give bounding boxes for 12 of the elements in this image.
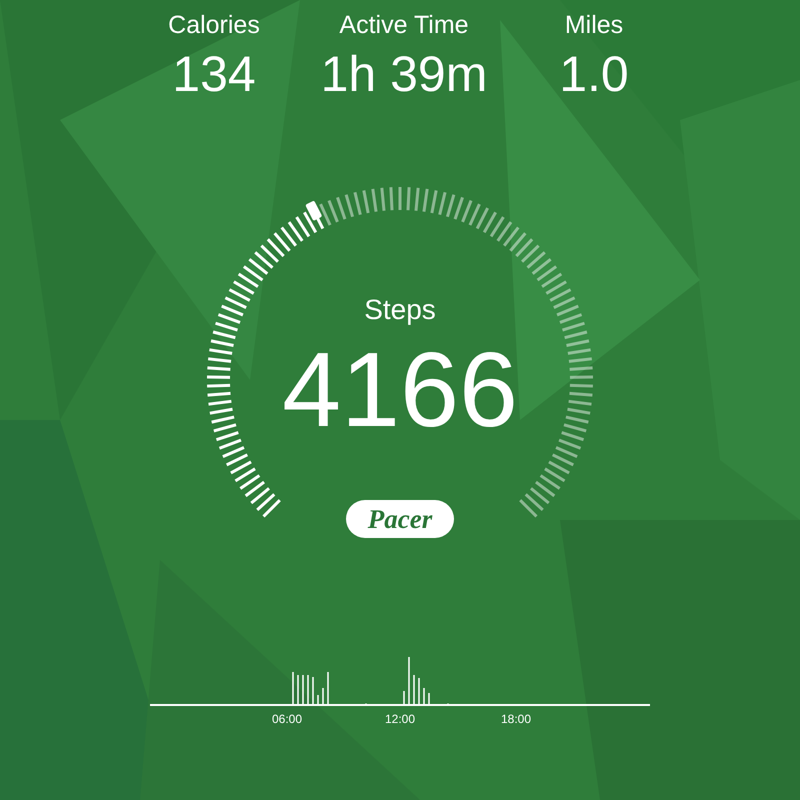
stat-label: Calories — [168, 10, 260, 41]
time-label: 12:00 — [384, 711, 416, 728]
stat-label: Miles — [564, 10, 624, 41]
stat-label: Active Time — [339, 10, 469, 41]
logo: Pacer — [346, 500, 454, 538]
time-label: 18:00 — [500, 711, 532, 728]
time-label: 06:00 — [270, 711, 304, 728]
steps-count: 4166 — [282, 330, 518, 450]
stat-value: 1h 39m — [320, 45, 488, 104]
stat-value: 134 — [172, 45, 256, 104]
steps-label: Steps — [364, 293, 436, 327]
stat-value: 1.0 — [559, 45, 629, 104]
